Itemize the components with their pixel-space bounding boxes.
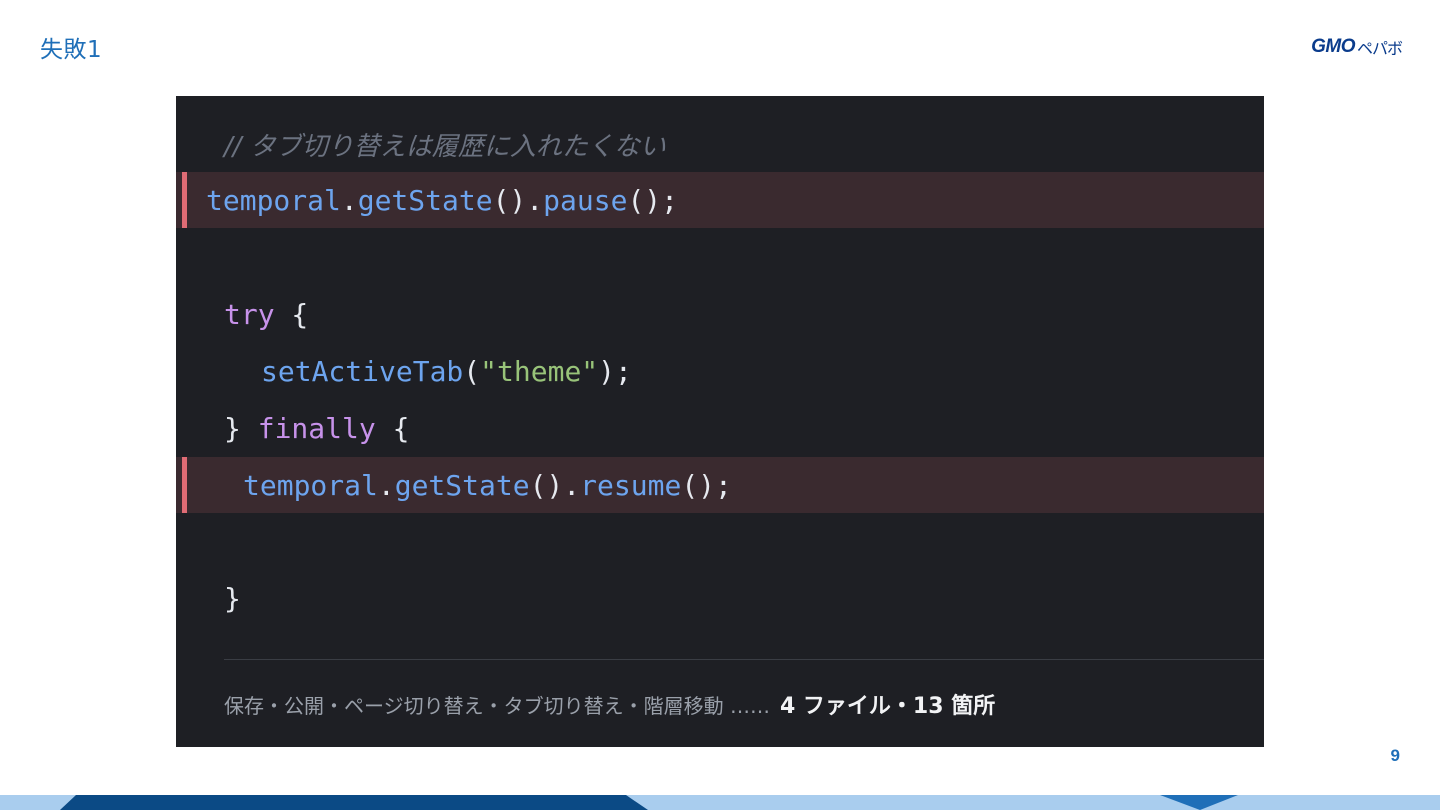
code-token: getState [357,183,493,217]
code-token: } [224,581,241,615]
code-token: (); [627,183,679,217]
bottom-decor-band [0,795,1440,810]
band-dark-segment [60,795,648,810]
brand-logo-gmo: GMO [1311,36,1355,57]
code-token: . [340,183,358,217]
code-token: ( [463,354,481,388]
footer-summary: 4 ファイル・13 箇所 [779,694,996,719]
code-token: ); [598,354,632,388]
code-token: . [377,468,395,502]
code-token: getState [394,468,530,502]
code-line-close: } [176,570,1264,626]
code-token: } [224,411,258,445]
page-number: 9 [1390,746,1400,765]
code-token: temporal [243,468,378,502]
code-token: (). [529,468,581,502]
footer-operation-list: 保存・公開・ページ切り替え・タブ切り替え・階層移動 …… [224,693,770,718]
code-token: try [224,297,275,331]
code-footer: 保存・公開・ページ切り替え・タブ切り替え・階層移動 …… 4 ファイル・13 箇… [224,684,995,724]
brand-logo-kana: ペパボ [1356,39,1403,58]
code-token: temporal [206,183,341,217]
code-line-finally: } finally { [176,400,1264,456]
code-line-try: try { [176,286,1264,342]
code-comment: // タブ切り替えは履歴に入れたくない [224,131,666,162]
code-token: (); [681,468,732,502]
brand-logo: GMO ペパボ [1311,36,1403,58]
code-token: "theme" [480,354,599,388]
code-token: setActiveTab [261,354,464,388]
code-token: finally [257,411,376,445]
code-token: pause [543,183,628,217]
code-footer-divider [224,659,1264,660]
code-screenshot-panel: // タブ切り替えは履歴に入れたくない temporal. getState ().… [176,96,1264,747]
slide-title: 失敗1 [40,37,103,63]
code-token: resume [580,468,682,502]
code-comment-line: // タブ切り替えは履歴に入れたくない [176,116,1264,172]
code-line-resume: temporal. getState (). resume (); [176,457,1264,513]
code-token: { [375,411,410,445]
code-token: (). [492,183,544,217]
code-line-pause: temporal. getState (). pause (); [176,172,1264,228]
code-token: { [274,297,309,331]
code-line-set-active-tab: setActiveTab("theme"); [176,343,1264,399]
